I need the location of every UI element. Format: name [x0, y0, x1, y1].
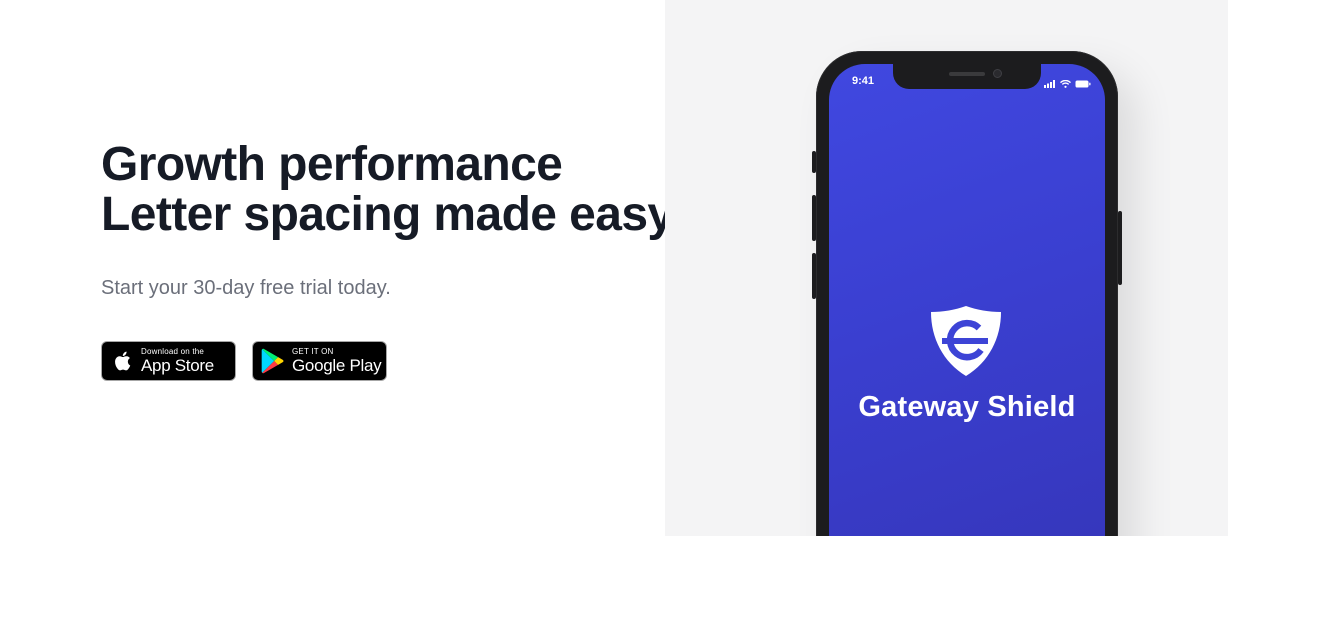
google-play-texts: GET IT ON Google Play — [292, 347, 382, 375]
app-name: Gateway Shield — [858, 391, 1076, 423]
hero-text-block: Growth performance Letter spacing made e… — [101, 138, 674, 300]
wifi-icon — [1060, 75, 1071, 93]
phone-volume-up — [812, 195, 816, 241]
app-store-label: App Store — [141, 356, 214, 375]
battery-icon — [1075, 75, 1091, 93]
apple-icon — [109, 348, 135, 374]
phone-screen: 9:41 Gateway Shield — [829, 64, 1105, 536]
google-play-small-text: GET IT ON — [292, 347, 334, 356]
store-badges: Download on the App Store GET IT ON Goog… — [101, 341, 387, 381]
hero-subtitle: Start your 30-day free trial today. — [101, 277, 391, 299]
speaker-grille — [949, 72, 985, 76]
front-camera — [993, 69, 1002, 78]
signal-icon — [1044, 75, 1056, 93]
phone-mockup: 9:41 Gateway Shield — [812, 51, 1122, 536]
phone-mute-switch — [812, 151, 816, 173]
hero-headline: Growth performance Letter spacing made e… — [101, 138, 674, 241]
phone-notch — [893, 64, 1041, 89]
phone-mockup-panel: 9:41 Gateway Shield — [665, 0, 1228, 536]
google-play-icon — [260, 348, 286, 374]
status-bar-time: 9:41 — [852, 75, 875, 87]
app-store-button[interactable]: Download on the App Store — [101, 341, 236, 381]
landing-hero: Growth performance Letter spacing made e… — [0, 0, 1335, 617]
app-store-texts: Download on the App Store — [141, 347, 214, 375]
phone-power-button — [1118, 211, 1122, 285]
google-play-label: Google Play — [292, 356, 382, 375]
status-bar-icons — [1044, 75, 1091, 93]
headline-line-1: Growth performance — [101, 138, 563, 191]
google-play-button[interactable]: GET IT ON Google Play — [252, 341, 387, 381]
app-store-small-text: Download on the — [141, 347, 205, 356]
shield-logo-icon — [929, 304, 1003, 378]
headline-line-2: Letter spacing made easy — [101, 188, 674, 241]
phone-volume-down — [812, 253, 816, 299]
